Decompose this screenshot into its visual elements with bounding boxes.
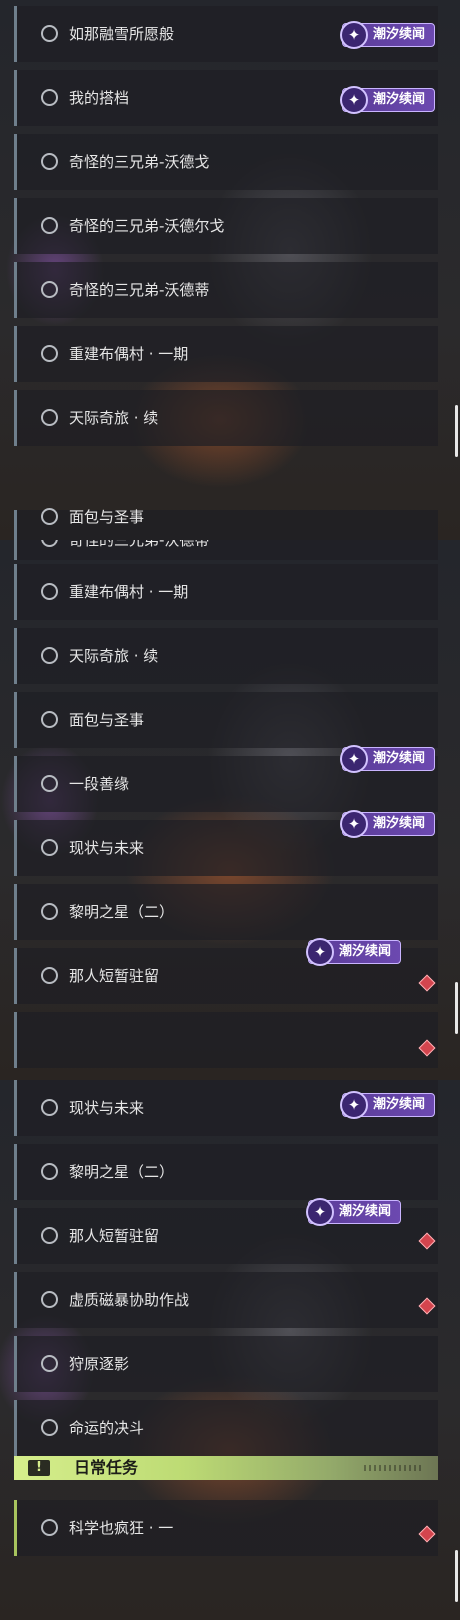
tide-news-badge: ✦ 潮汐续闻 bbox=[340, 21, 436, 49]
circle-outline-icon bbox=[41, 967, 58, 984]
quest-label: 面包与圣事 bbox=[69, 508, 145, 526]
sparkle-icon: ✦ bbox=[340, 21, 368, 49]
quest-label: 命运的决斗 bbox=[69, 1419, 145, 1437]
quest-item[interactable]: 科学也疯狂 · 一 bbox=[14, 1500, 438, 1556]
quest-item[interactable]: 奇怪的三兄弟-沃德尔戈 bbox=[14, 198, 438, 254]
quest-label: 虚质磁暴协助作战 bbox=[69, 1291, 190, 1309]
scrollbar-thumb[interactable] bbox=[455, 405, 458, 457]
quest-label: 那人短暂驻留 bbox=[69, 967, 160, 985]
quest-label: 现状与未来 bbox=[69, 839, 145, 857]
quest-item[interactable]: 面包与圣事 bbox=[14, 508, 438, 540]
circle-outline-icon bbox=[41, 508, 58, 525]
circle-outline-icon bbox=[41, 1291, 58, 1308]
quest-item[interactable]: 狩原逐影 bbox=[14, 1336, 438, 1392]
circle-outline-icon bbox=[41, 153, 58, 170]
quest-label: 如那融雪所愿般 bbox=[69, 25, 175, 43]
quest-label: 狩原逐影 bbox=[69, 1355, 130, 1373]
quest-item[interactable]: 面包与圣事 bbox=[14, 692, 438, 748]
quest-item[interactable]: 黎明之星（二） bbox=[14, 1144, 438, 1200]
quest-label: 一段善缘 bbox=[69, 775, 130, 793]
quest-item[interactable]: 奇怪的三兄弟-沃德蒂 bbox=[14, 262, 438, 318]
quest-item[interactable]: 重建布偶村 · 一期 bbox=[14, 564, 438, 620]
circle-outline-icon bbox=[41, 839, 58, 856]
quest-item[interactable]: 重建布偶村 · 一期 bbox=[14, 326, 438, 382]
daily-quests-header[interactable]: ! 日常任务 bbox=[14, 1456, 438, 1480]
sparkle-icon: ✦ bbox=[340, 745, 368, 773]
sparkle-icon: ✦ bbox=[340, 86, 368, 114]
circle-outline-icon bbox=[41, 1227, 58, 1244]
quest-label: 奇怪的三兄弟-沃德尔戈 bbox=[69, 217, 225, 235]
quest-label: 重建布偶村 · 一期 bbox=[69, 345, 189, 363]
quest-item[interactable]: 黎明之星（二） bbox=[14, 884, 438, 940]
sparkle-icon: ✦ bbox=[340, 810, 368, 838]
exclamation-icon: ! bbox=[28, 1460, 50, 1476]
tide-news-badge: ✦ 潮汐续闻 bbox=[340, 810, 436, 838]
sparkle-icon: ✦ bbox=[340, 1091, 368, 1119]
circle-outline-icon bbox=[41, 1099, 58, 1116]
section-title: 日常任务 bbox=[74, 1458, 139, 1477]
tide-news-badge: ✦ 潮汐续闻 bbox=[306, 938, 402, 966]
tide-news-badge: ✦ 潮汐续闻 bbox=[306, 1198, 402, 1226]
quest-list-panel: 如那融雪所愿般 我的搭档 奇怪的三兄弟-沃德戈 奇怪的三兄弟-沃德尔戈 奇怪的三… bbox=[0, 0, 460, 540]
quest-label: 天际奇旅 · 续 bbox=[69, 647, 159, 665]
quest-list-panel: 现状与未来 黎明之星（二） 那人短暂驻留 虚质磁暴协助作战 狩原逐影 命运的决斗… bbox=[0, 1080, 460, 1620]
tide-news-badge: ✦ 潮汐续闻 bbox=[340, 86, 436, 114]
quest-list-panel: 奇怪的三兄弟-沃德蒂 重建布偶村 · 一期 天际奇旅 · 续 面包与圣事 一段善… bbox=[0, 540, 460, 1080]
circle-outline-icon bbox=[41, 1419, 58, 1436]
quest-label: 奇怪的三兄弟-沃德蒂 bbox=[69, 281, 210, 299]
quest-item[interactable]: 奇怪的三兄弟-沃德戈 bbox=[14, 134, 438, 190]
quest-item[interactable]: 命运的决斗 bbox=[14, 1400, 438, 1456]
quest-label: 面包与圣事 bbox=[69, 711, 145, 729]
quest-label: 奇怪的三兄弟-沃德戈 bbox=[69, 153, 210, 171]
quest-label: 我的搭档 bbox=[69, 89, 130, 107]
quest-label: 黎明之星（二） bbox=[69, 903, 175, 921]
circle-outline-icon bbox=[41, 540, 58, 547]
quest-item[interactable]: 天际奇旅 · 续 bbox=[14, 390, 438, 446]
circle-outline-icon bbox=[41, 647, 58, 664]
circle-outline-icon bbox=[41, 217, 58, 234]
circle-outline-icon bbox=[41, 1355, 58, 1372]
circle-outline-icon bbox=[41, 281, 58, 298]
scrollbar-thumb[interactable] bbox=[455, 982, 458, 1034]
circle-outline-icon bbox=[41, 711, 58, 728]
quest-item[interactable]: 天际奇旅 · 续 bbox=[14, 628, 438, 684]
quest-label: 重建布偶村 · 一期 bbox=[69, 583, 189, 601]
circle-outline-icon bbox=[41, 1163, 58, 1180]
tide-news-badge: ✦ 潮汐续闻 bbox=[340, 1091, 436, 1119]
quest-label: 科学也疯狂 · 一 bbox=[69, 1519, 174, 1537]
sparkle-icon: ✦ bbox=[306, 1198, 334, 1226]
circle-outline-icon bbox=[41, 89, 58, 106]
circle-outline-icon bbox=[41, 903, 58, 920]
circle-outline-icon bbox=[41, 1519, 58, 1536]
quest-item[interactable] bbox=[14, 1012, 438, 1068]
scrollbar-thumb[interactable] bbox=[455, 1550, 458, 1602]
circle-outline-icon bbox=[41, 345, 58, 362]
quest-item[interactable]: 虚质磁暴协助作战 bbox=[14, 1272, 438, 1328]
quest-item[interactable]: 奇怪的三兄弟-沃德蒂 bbox=[14, 540, 438, 560]
quest-label: 现状与未来 bbox=[69, 1099, 145, 1117]
quest-label: 那人短暂驻留 bbox=[69, 1227, 160, 1245]
circle-outline-icon bbox=[41, 409, 58, 426]
circle-outline-icon bbox=[41, 583, 58, 600]
circle-outline-icon bbox=[41, 25, 58, 42]
header-decoration bbox=[364, 1465, 424, 1471]
tide-news-badge: ✦ 潮汐续闻 bbox=[340, 745, 436, 773]
quest-label: 天际奇旅 · 续 bbox=[69, 409, 159, 427]
sparkle-icon: ✦ bbox=[306, 938, 334, 966]
quest-label: 黎明之星（二） bbox=[69, 1163, 175, 1181]
circle-outline-icon bbox=[41, 775, 58, 792]
